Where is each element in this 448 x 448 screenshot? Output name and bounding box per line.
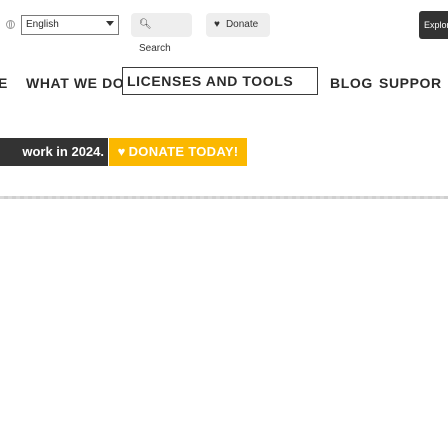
nav-item-what-we-do[interactable]: WHAT WE DO <box>26 75 124 91</box>
globe-icon <box>6 20 15 29</box>
donate-today-button[interactable]: ♥ DONATE TODAY! <box>109 138 247 166</box>
chevron-down-icon <box>106 21 114 26</box>
donate-link[interactable]: ♥ Donate <box>206 13 270 37</box>
search-icon: 🔍︎ <box>139 19 152 30</box>
nav-item-blog[interactable]: BLOG <box>330 75 373 91</box>
nav-item-support[interactable]: SUPPOR <box>379 75 442 91</box>
search-label: Search <box>139 43 171 54</box>
banner-text: work in 2024. <box>0 138 108 166</box>
language-select[interactable]: English <box>21 15 119 35</box>
search-button[interactable]: 🔍︎ Search <box>131 13 192 54</box>
donate-today-label: DONATE TODAY! <box>128 144 239 159</box>
heart-icon: ♥ <box>214 19 220 30</box>
language-select-value: English <box>26 19 59 30</box>
main-nav: E WHAT WE DO LICENSES AND TOOLS BLOG SUP… <box>0 62 448 102</box>
nav-item-partial[interactable]: E <box>0 75 8 91</box>
heart-icon: ♥ <box>117 144 126 159</box>
explore-label: Explor <box>424 20 448 30</box>
nav-item-licenses-and-tools[interactable]: LICENSES AND TOOLS <box>122 67 318 95</box>
donation-banner: work in 2024. ♥ DONATE TODAY! <box>0 138 448 166</box>
donate-label: Donate <box>225 19 259 30</box>
top-bar: English 🔍︎ Search ♥ Donate Explor <box>0 0 448 54</box>
explore-button[interactable]: Explor <box>419 11 448 39</box>
divider <box>0 196 448 199</box>
